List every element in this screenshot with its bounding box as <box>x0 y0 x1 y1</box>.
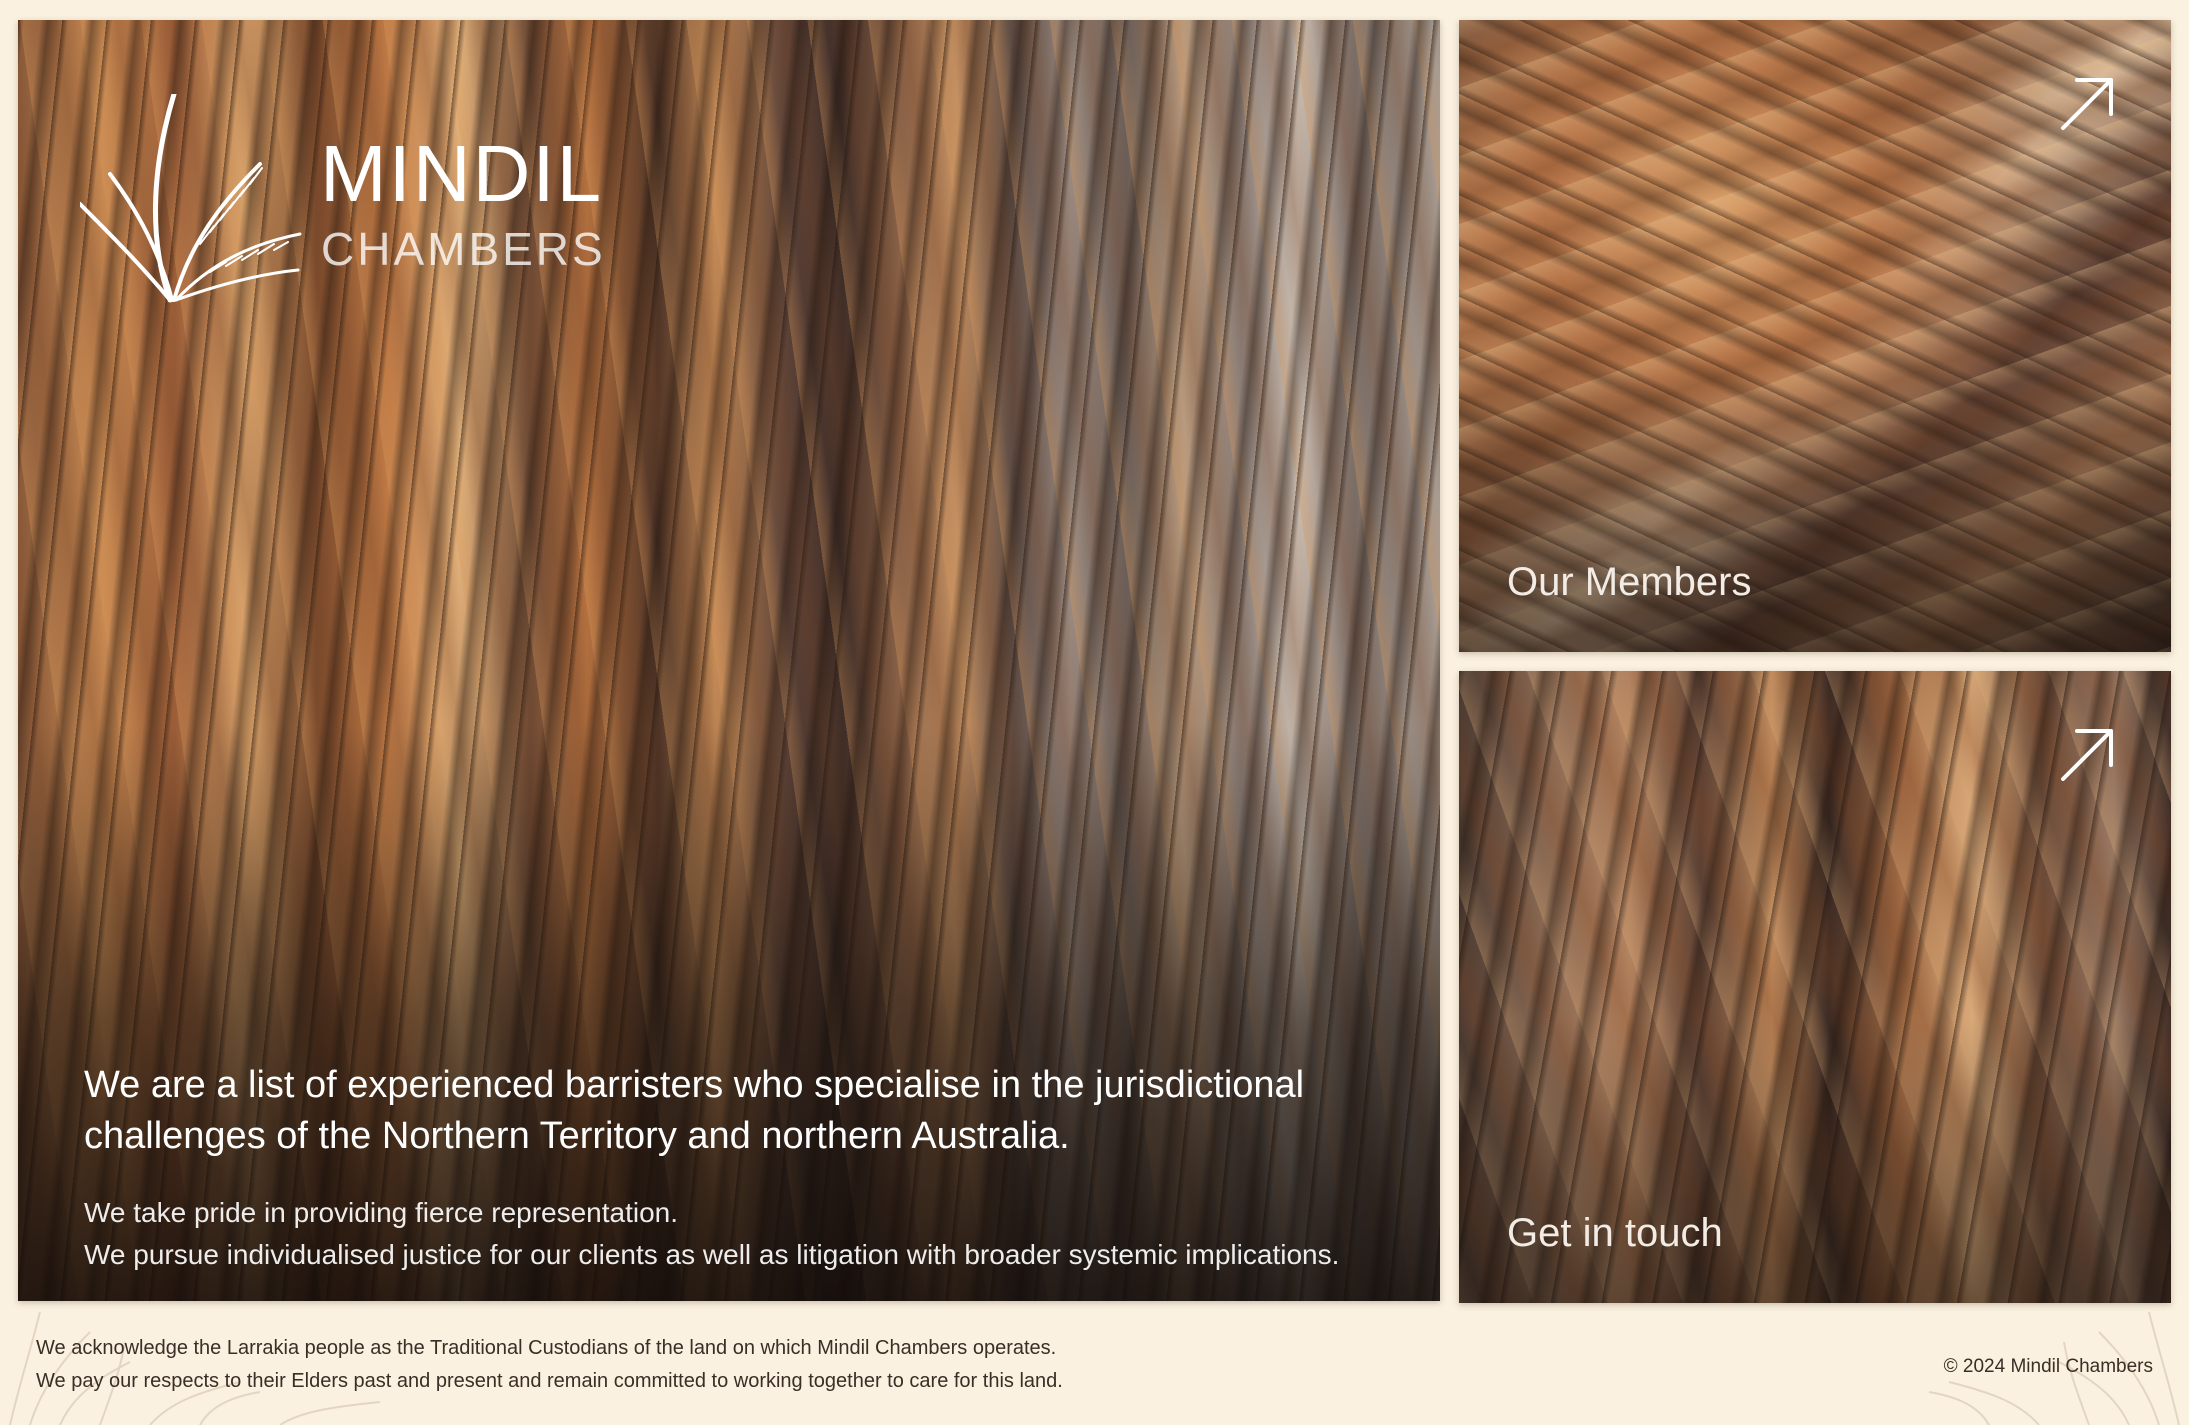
card-shade <box>1459 1018 2171 1303</box>
logo[interactable]: MINDIL CHAMBERS <box>80 94 640 314</box>
page: MINDIL CHAMBERS We are a list of experie… <box>0 0 2189 1425</box>
brand-name: MINDIL <box>320 129 604 218</box>
card-label-contact: Get in touch <box>1507 1211 1723 1255</box>
hero-panel: MINDIL CHAMBERS We are a list of experie… <box>18 20 1440 1301</box>
acknowledgement-line1: We acknowledge the Larrakia people as th… <box>36 1337 1057 1359</box>
intro-line-justice: We pursue individualised justice for our… <box>84 1239 1340 1270</box>
brand-subtitle: CHAMBERS <box>321 223 606 275</box>
acknowledgement-line2: We pay our respects to their Elders past… <box>36 1370 1063 1392</box>
arrow-up-right-icon <box>2061 729 2113 781</box>
acknowledgement: We acknowledge the Larrakia people as th… <box>36 1332 1063 1398</box>
intro-headline: We are a list of experienced barristers … <box>84 1060 1414 1162</box>
footer: We acknowledge the Larrakia people as th… <box>0 1302 2189 1425</box>
grass-leaf-logo-icon <box>80 94 302 303</box>
card-our-members[interactable]: Our Members <box>1459 20 2171 652</box>
copyright: © 2024 Mindil Chambers <box>1943 1356 2153 1377</box>
card-label-members: Our Members <box>1507 560 1752 604</box>
intro-headline-line1: We are a list of experienced barristers … <box>84 1064 1305 1106</box>
intro-headline-line2: challenges of the Northern Territory and… <box>84 1115 1070 1157</box>
card-get-in-touch[interactable]: Get in touch <box>1459 671 2171 1303</box>
intro: We are a list of experienced barristers … <box>84 1060 1414 1276</box>
card-shade <box>1459 367 2171 652</box>
arrow-up-right-icon <box>2061 78 2113 130</box>
intro-line-representation: We take pride in providing fierce repres… <box>84 1197 679 1228</box>
